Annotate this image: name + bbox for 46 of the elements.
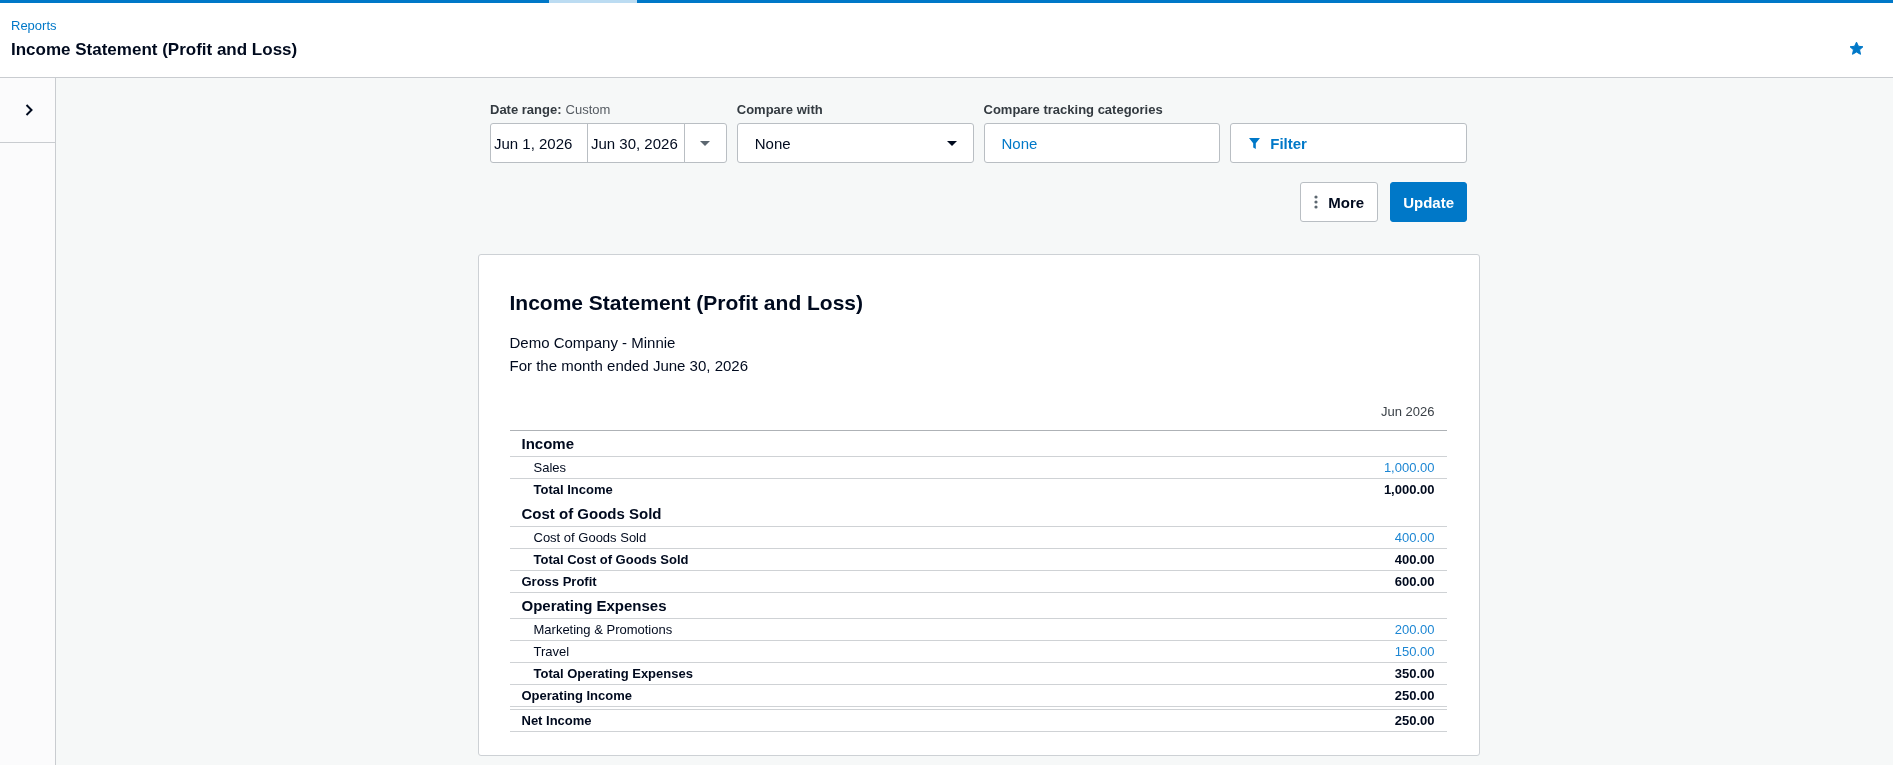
page-title: Income Statement (Profit and Loss) — [11, 39, 298, 61]
total-amount: 400.00 — [1394, 550, 1435, 569]
amount-link[interactable]: 200.00 — [1394, 620, 1435, 639]
star-icon[interactable] — [1849, 41, 1864, 56]
report-period: For the month ended June 30, 2026 — [509, 356, 749, 376]
vertical-dots-icon — [1314, 195, 1319, 209]
amount-link[interactable]: 400.00 — [1394, 528, 1435, 547]
account-name: Travel — [533, 642, 570, 661]
filter-icon — [1249, 137, 1261, 149]
summary-label: Net Income — [521, 711, 592, 730]
summary-amount: 250.00 — [1394, 686, 1435, 705]
date-range-mode: Custom — [565, 102, 611, 118]
amount-link[interactable]: 150.00 — [1394, 642, 1435, 661]
section-heading: Cost of Goods Sold — [521, 504, 662, 523]
breadcrumb-link[interactable]: Reports — [11, 18, 57, 34]
company-name: Demo Company - Minnie — [509, 333, 677, 353]
total-amount: 1,000.00 — [1383, 481, 1435, 499]
amount-link[interactable]: 1,000.00 — [1383, 458, 1435, 477]
report-title: Income Statement (Profit and Loss) — [509, 291, 865, 315]
section-heading: Income — [521, 434, 574, 453]
section-heading: Operating Expenses — [521, 596, 667, 615]
caret-down-icon — [946, 140, 957, 146]
date-range-label: Date range: — [490, 102, 562, 118]
filter-button[interactable]: Filter — [1230, 123, 1467, 163]
total-amount: 350.00 — [1394, 664, 1435, 683]
summary-label: Operating Income — [521, 686, 633, 705]
compare-with-select[interactable]: None — [736, 123, 974, 163]
summary-label: Gross Profit — [521, 572, 597, 591]
summary-amount: 250.00 — [1394, 711, 1435, 730]
account-name: Marketing & Promotions — [533, 620, 673, 639]
date-range-dropdown-button[interactable] — [684, 123, 727, 163]
date-field[interactable]: Jun 1, 2026 — [490, 123, 588, 163]
caret-down-icon — [700, 140, 711, 146]
date-field[interactable]: Jun 30, 2026 — [587, 123, 685, 163]
total-label: Total Income — [533, 481, 613, 499]
update-button[interactable]: Update — [1390, 182, 1467, 222]
summary-amount: 600.00 — [1394, 572, 1435, 591]
account-name: Sales — [533, 458, 567, 477]
tracking-categories-label: Compare tracking categories — [983, 102, 1163, 118]
more-button[interactable]: More — [1300, 182, 1379, 222]
total-label: Total Operating Expenses — [533, 664, 693, 683]
tracking-categories-select[interactable]: None — [983, 123, 1221, 163]
column-header: Jun 2026 — [1381, 404, 1435, 421]
compare-with-label: Compare with — [736, 102, 823, 118]
account-name: Cost of Goods Sold — [533, 528, 647, 547]
total-label: Total Cost of Goods Sold — [533, 550, 689, 569]
